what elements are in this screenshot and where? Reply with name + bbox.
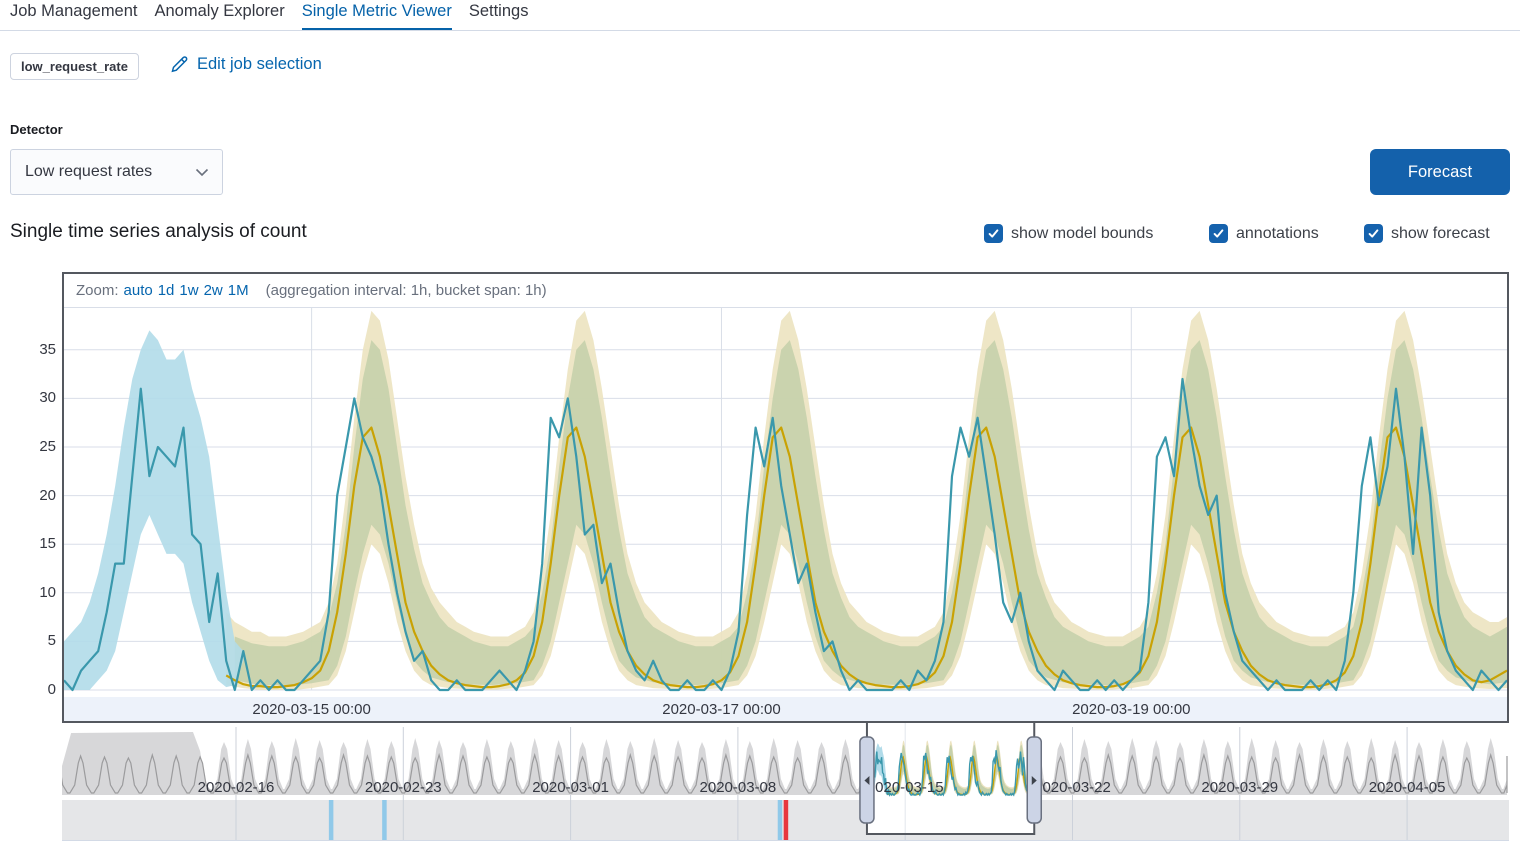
- annotation-marker[interactable]: [784, 800, 789, 840]
- x-tick-label: 2020-03-19 00:00: [1051, 701, 1211, 718]
- detector-label: Detector: [10, 122, 63, 137]
- tab-job-management[interactable]: Job Management: [10, 2, 138, 30]
- edit-job-selection-label: Edit job selection: [197, 55, 322, 74]
- detector-select[interactable]: Low request rates: [10, 149, 223, 195]
- y-tick-label: 30: [14, 389, 56, 406]
- brush-handle-right[interactable]: [1027, 737, 1041, 823]
- zoom-option-auto[interactable]: auto: [124, 282, 153, 299]
- annotation-marker[interactable]: [329, 800, 334, 840]
- y-tick-label: 20: [14, 487, 56, 504]
- toggle-label: annotations: [1236, 225, 1319, 243]
- context-week-label: 2020-03-22: [1034, 779, 1111, 796]
- tab-settings[interactable]: Settings: [469, 2, 529, 30]
- forecast-button[interactable]: Forecast: [1370, 149, 1510, 195]
- single-metric-viewer-page: { "nav": { "tabs": [ { "label": "Job Man…: [0, 0, 1520, 855]
- y-tick-label: 25: [14, 438, 56, 455]
- checkbox-checked-icon[interactable]: [984, 224, 1003, 243]
- detector-selected-value: Low request rates: [25, 163, 152, 181]
- zoom-option-2w[interactable]: 2w: [204, 282, 223, 299]
- y-tick-label: 35: [14, 341, 56, 358]
- x-tick-label: 2020-03-15 00:00: [232, 701, 392, 718]
- edit-job-selection-link[interactable]: Edit job selection: [170, 55, 322, 74]
- y-tick-label: 15: [14, 535, 56, 552]
- context-chart[interactable]: 2020-02-16 2020-02-23 2020-03-01 2020-03-08…: [62, 721, 1509, 841]
- context-week-label: 2020-02-23: [365, 779, 442, 796]
- context-week-label: 2020-03-01: [532, 779, 609, 796]
- context-week-label: 2020-03-29: [1201, 779, 1278, 796]
- tab-anomaly-explorer[interactable]: Anomaly Explorer: [155, 2, 285, 30]
- top-nav: Job Management Anomaly Explorer Single M…: [10, 2, 528, 30]
- toggle-label: show model bounds: [1011, 225, 1153, 243]
- context-week-label: 2020-04-05: [1369, 779, 1446, 796]
- y-tick-label: 0: [14, 681, 56, 698]
- aggregation-note: (aggregation interval: 1h, bucket span: …: [266, 282, 547, 299]
- context-week-label: 2020-03-15: [867, 779, 944, 796]
- x-tick-label: 2020-03-17 00:00: [641, 701, 801, 718]
- y-tick-label: 10: [14, 584, 56, 601]
- zoom-option-1M[interactable]: 1M: [228, 282, 249, 299]
- toggle-label: show forecast: [1391, 225, 1490, 243]
- tab-single-metric-viewer[interactable]: Single Metric Viewer: [302, 2, 452, 30]
- context-brush-selection[interactable]: [867, 722, 1034, 834]
- x-axis-strip: 2020-03-15 00:00 2020-03-17 00:00 2020-03-…: [64, 697, 1507, 721]
- toggle-show-forecast[interactable]: show forecast: [1364, 224, 1490, 243]
- job-id-badge: low_request_rate: [10, 53, 139, 80]
- y-tick-label: 5: [14, 632, 56, 649]
- annotation-marker[interactable]: [778, 800, 783, 840]
- zoom-option-1d[interactable]: 1d: [158, 282, 175, 299]
- pencil-icon: [170, 56, 188, 74]
- page-title: Single time series analysis of count: [10, 221, 307, 243]
- nav-divider: [0, 30, 1520, 31]
- chevron-down-icon: [195, 168, 209, 177]
- chart-zoom-controls: Zoom: auto 1d 1w 2w 1M (aggregation inte…: [64, 274, 1507, 307]
- model-bounds-history-band: [64, 330, 243, 690]
- focus-chart-panel: Zoom: auto 1d 1w 2w 1M (aggregation inte…: [62, 272, 1509, 723]
- zoom-label: Zoom:: [76, 282, 119, 299]
- annotation-marker[interactable]: [382, 800, 387, 840]
- toggle-show-model-bounds[interactable]: show model bounds: [984, 224, 1153, 243]
- toggle-annotations[interactable]: annotations: [1209, 224, 1319, 243]
- context-week-label: 2020-02-16: [198, 779, 275, 796]
- checkbox-checked-icon[interactable]: [1364, 224, 1383, 243]
- context-week-label: 2020-03-08: [700, 779, 777, 796]
- zoom-option-1w[interactable]: 1w: [179, 282, 198, 299]
- checkbox-checked-icon[interactable]: [1209, 224, 1228, 243]
- focus-chart-plot: [64, 307, 1507, 697]
- brush-handle-left[interactable]: [860, 737, 874, 823]
